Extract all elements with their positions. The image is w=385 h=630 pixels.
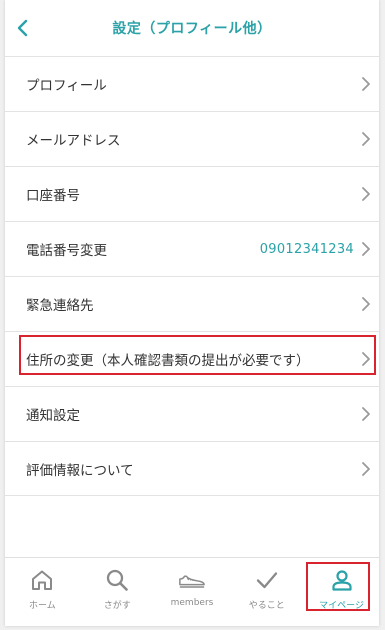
- tab-label: さがす: [103, 601, 131, 611]
- settings-item-label: 通知設定: [26, 408, 80, 424]
- user-icon: [331, 570, 352, 591]
- settings-item-label: 緊急連絡先: [26, 298, 94, 314]
- chevron-right-icon: [362, 77, 370, 91]
- settings-item-email[interactable]: メールアドレス: [5, 111, 379, 166]
- tab-members[interactable]: members: [155, 558, 230, 615]
- tab-label: ホーム: [29, 601, 56, 611]
- settings-item-label: 評価情報について: [26, 462, 134, 479]
- settings-item-phone[interactable]: 電話番号変更 09012341234: [5, 221, 379, 276]
- chevron-right-icon: [362, 187, 370, 201]
- header: 設定（プロフィール他）: [5, 0, 379, 56]
- chevron-right-icon: [362, 242, 370, 256]
- phone-number-value: 09012341234: [259, 241, 354, 257]
- settings-item-emergency-contact[interactable]: 緊急連絡先: [5, 276, 379, 331]
- back-button[interactable]: [7, 12, 39, 44]
- chevron-right-icon: [362, 461, 370, 476]
- settings-item-label: プロフィール: [26, 78, 107, 94]
- search-icon: [107, 569, 128, 591]
- bottom-tab-bar: ホーム さがす members やること マイページ: [5, 557, 379, 615]
- checkmark-icon: [256, 572, 277, 589]
- settings-list: プロフィール メールアドレス 口座番号 電話番号変更 09012341234 緊…: [5, 56, 379, 496]
- tab-home[interactable]: ホーム: [5, 558, 80, 615]
- settings-item-ratings[interactable]: 評価情報について: [5, 441, 379, 496]
- chevron-right-icon: [362, 297, 370, 311]
- settings-screen: 設定（プロフィール他） プロフィール メールアドレス 口座番号 電話番号変更 0…: [5, 0, 379, 626]
- settings-item-label: 口座番号: [26, 188, 80, 204]
- chevron-right-icon: [362, 132, 370, 146]
- settings-item-label: メールアドレス: [26, 133, 121, 149]
- settings-item-profile[interactable]: プロフィール: [5, 56, 379, 111]
- tab-mypage[interactable]: マイページ: [304, 558, 379, 615]
- chevron-right-icon: [362, 407, 370, 421]
- settings-item-notifications[interactable]: 通知設定: [5, 386, 379, 441]
- bottom-safe-area: [5, 614, 379, 626]
- settings-item-label: 電話番号変更: [26, 243, 107, 259]
- tab-label: やること: [248, 601, 285, 611]
- tab-todo[interactable]: やること: [229, 558, 304, 615]
- settings-item-bank-account[interactable]: 口座番号: [5, 166, 379, 221]
- settings-item-address-change[interactable]: 住所の変更（本人確認書類の提出が必要です）: [5, 331, 379, 386]
- tab-label: members: [170, 598, 214, 608]
- chevron-right-icon: [362, 352, 370, 366]
- page-title: 設定（プロフィール他）: [112, 21, 272, 37]
- settings-item-label: 住所の変更（本人確認書類の提出が必要です）: [26, 353, 310, 369]
- tab-label: マイページ: [319, 601, 364, 611]
- home-icon: [32, 570, 53, 590]
- shoe-icon: [179, 575, 205, 588]
- chevron-left-icon: [17, 19, 28, 37]
- tab-search[interactable]: さがす: [80, 558, 155, 615]
